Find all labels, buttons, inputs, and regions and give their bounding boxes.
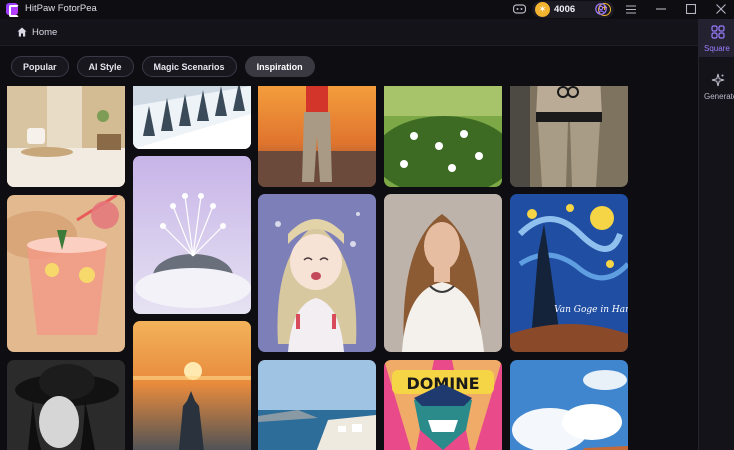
- gallery-image-sky-clouds[interactable]: [510, 360, 628, 450]
- tab-magic-scenarios[interactable]: Magic Scenarios: [141, 56, 237, 77]
- gallery-image-frost-dandelion[interactable]: [133, 156, 251, 314]
- sidebar-label-generate: Generate: [704, 92, 734, 101]
- app-logo-icon: [6, 3, 19, 17]
- menu-icon[interactable]: [624, 2, 638, 16]
- coin-count: 4006: [554, 4, 576, 15]
- sidebar-label-square: Square: [704, 44, 730, 53]
- tab-ai-style[interactable]: AI Style: [76, 56, 134, 77]
- gallery-image-sunset-beach-figure[interactable]: [258, 86, 376, 187]
- sidebar-item-square[interactable]: Square: [699, 19, 734, 57]
- home-icon[interactable]: [17, 27, 27, 37]
- maximize-icon[interactable]: [684, 2, 698, 16]
- home-header: Home: [0, 19, 698, 46]
- gallery-image-starry-night[interactable]: Van Goge in Harit: [510, 194, 628, 352]
- inspiration-gallery: DOMINE Van Goge in Harit: [0, 86, 698, 450]
- square-grid-icon: [711, 25, 725, 39]
- minimize-icon[interactable]: [654, 2, 668, 16]
- user-icon[interactable]: [594, 2, 608, 16]
- gallery-image-chanel-tracksuit[interactable]: [510, 86, 628, 187]
- sparkle-generate-icon: [711, 73, 725, 87]
- tab-inspiration[interactable]: Inspiration: [244, 56, 315, 77]
- gallery-image-woman-hat[interactable]: [7, 360, 125, 450]
- tab-popular[interactable]: Popular: [11, 56, 69, 77]
- gallery-image-sea-sunset[interactable]: [133, 321, 251, 450]
- gallery-image-santorini[interactable]: [258, 360, 376, 450]
- gallery-image-living-room[interactable]: [7, 86, 125, 187]
- gallery-image-domine-popart[interactable]: DOMINE: [384, 360, 502, 450]
- coin-icon: ✶: [535, 2, 550, 17]
- gallery-image-woman-white-dress[interactable]: [384, 194, 502, 352]
- gallery-image-cocktail[interactable]: [7, 195, 125, 352]
- gallery-image-snowy-forest[interactable]: [133, 86, 251, 149]
- app-title: HitPaw FotorPea: [25, 3, 97, 14]
- title-bar: HitPaw FotorPea ✶ 4006 +: [0, 0, 734, 19]
- close-icon[interactable]: [714, 2, 728, 16]
- sidebar-item-generate[interactable]: Generate: [699, 67, 734, 105]
- gallery-image-anime-elf[interactable]: [258, 194, 376, 352]
- discord-icon[interactable]: [512, 2, 526, 16]
- category-tabs: Popular AI Style Magic Scenarios Inspira…: [11, 56, 315, 77]
- starry-night-caption: Van Goge in Harit: [554, 305, 628, 315]
- gallery-image-white-flowers[interactable]: [384, 86, 502, 187]
- side-panel: Square Generate: [698, 19, 734, 450]
- home-link[interactable]: Home: [32, 27, 57, 38]
